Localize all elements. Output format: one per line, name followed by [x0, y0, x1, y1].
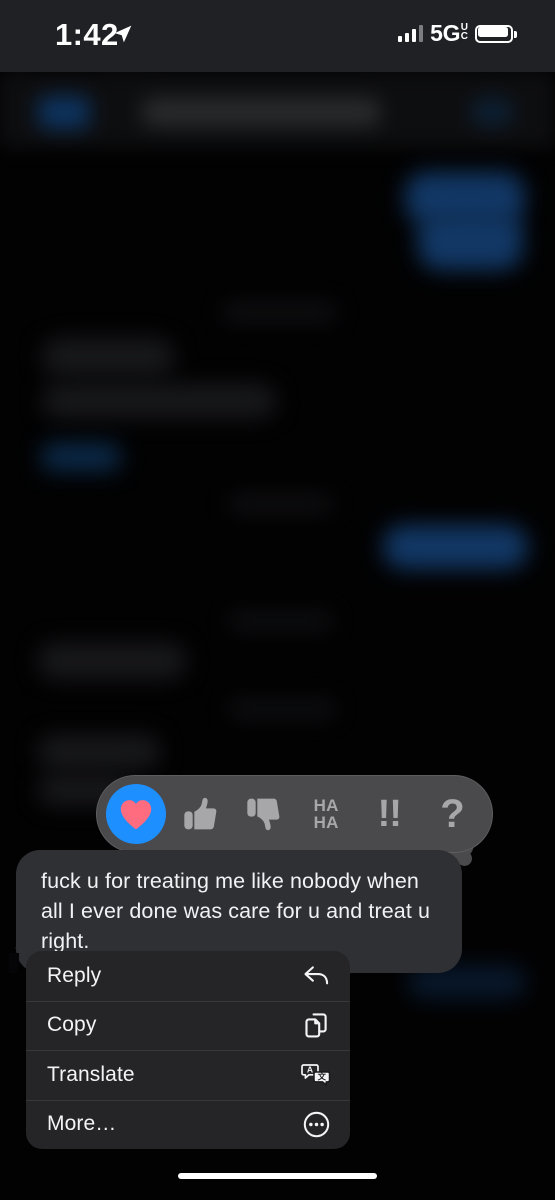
tapback-question-label: ? — [440, 792, 465, 836]
context-menu-more-label: More… — [47, 1112, 117, 1136]
context-menu[interactable]: Reply Copy Translate A 文 More… — [26, 951, 350, 1149]
tapback-thumbs-down-button[interactable] — [231, 783, 294, 845]
tapback-thumbs-up-button[interactable] — [168, 783, 231, 845]
copy-documents-icon — [301, 1010, 331, 1040]
status-bar: 1:42 5G U C — [0, 0, 555, 72]
tapback-question-button[interactable]: ? — [421, 783, 484, 845]
context-menu-item-copy[interactable]: Copy — [26, 1000, 350, 1051]
context-menu-translate-label: Translate — [47, 1062, 135, 1086]
tapback-exclamation-label: !! — [377, 793, 402, 835]
location-arrow-icon — [114, 25, 132, 43]
translate-bubbles-icon: A 文 — [301, 1060, 331, 1090]
context-menu-copy-label: Copy — [47, 1013, 97, 1037]
thumbs-up-icon — [184, 797, 217, 830]
ellipsis-circle-icon — [301, 1109, 331, 1139]
context-menu-item-more[interactable]: More… — [26, 1099, 350, 1150]
network-label: 5G — [430, 20, 461, 46]
tapback-haha-line2: HA — [313, 813, 339, 832]
status-bar-indicators: 5G U C — [397, 22, 517, 45]
iphone-screen: 1:42 5G U C HA HA !! ? fuck u for treati… — [0, 0, 555, 1200]
battery-full-icon — [475, 24, 517, 43]
tapback-heart-button[interactable] — [105, 783, 168, 845]
cellular-signal-icon — [397, 25, 424, 42]
tapback-reaction-bar[interactable]: HA HA !! ? — [96, 775, 493, 853]
tapback-haha-button[interactable]: HA HA — [295, 783, 358, 845]
status-bar-time: 1:42 — [55, 17, 119, 52]
home-indicator[interactable] — [178, 1173, 377, 1179]
reply-arrow-icon — [301, 961, 331, 991]
svg-text:文: 文 — [318, 1071, 327, 1081]
tapback-exclamation-button[interactable]: !! — [358, 783, 421, 845]
context-menu-reply-label: Reply — [47, 963, 102, 987]
network-sub-bottom: C — [460, 31, 468, 42]
heart-icon — [120, 799, 151, 829]
tapback-selected-highlight — [105, 784, 166, 844]
message-text: fuck u for treating me like nobody when … — [41, 869, 431, 953]
svg-text:A: A — [307, 1064, 313, 1074]
thumbs-down-icon — [247, 798, 280, 831]
context-menu-item-translate[interactable]: Translate A 文 — [26, 1050, 350, 1100]
context-menu-item-reply[interactable]: Reply — [26, 951, 350, 1001]
network-type-indicator: 5G U C — [430, 22, 468, 45]
tapback-haha-line1: HA — [313, 796, 339, 815]
